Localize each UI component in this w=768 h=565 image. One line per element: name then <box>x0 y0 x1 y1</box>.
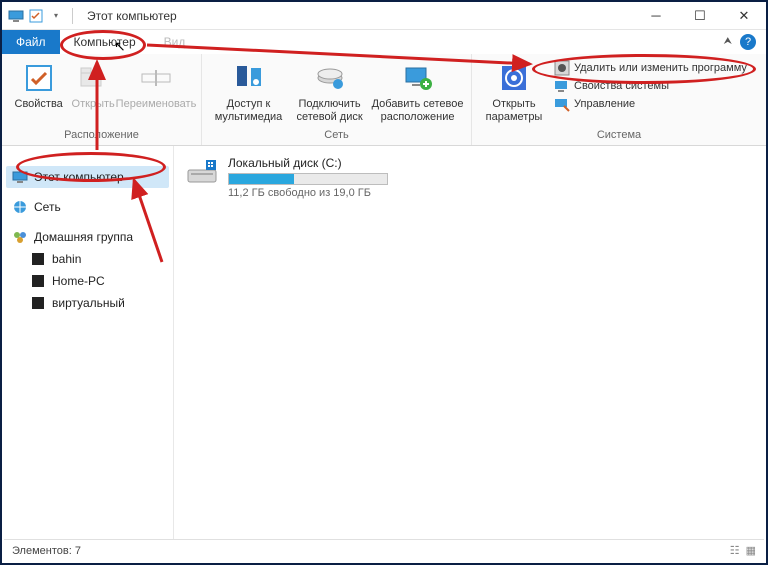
add-location-button[interactable]: Добавить сетевое расположение <box>370 58 465 123</box>
content-area: Этот компьютер Сеть Домашняя группа bahi… <box>2 146 766 541</box>
add-location-icon <box>402 62 434 94</box>
nav-item-thispc[interactable]: Этот компьютер <box>6 166 169 188</box>
drive-free-text: 11,2 ГБ свободно из 19,0 ГБ <box>228 187 388 199</box>
nav-item-user[interactable]: виртуальный <box>24 292 169 314</box>
add-location-label: Добавить сетевое расположение <box>370 98 465 123</box>
open-settings-label: Открыть параметры <box>478 98 550 123</box>
main-pane[interactable]: Локальный диск (C:) 11,2 ГБ свободно из … <box>174 146 766 541</box>
drive-item[interactable]: Локальный диск (C:) 11,2 ГБ свободно из … <box>186 156 754 199</box>
settings-icon <box>498 62 530 94</box>
computer-icon <box>30 251 46 267</box>
nav-item-network[interactable]: Сеть <box>6 196 169 218</box>
drive-icon <box>186 156 218 188</box>
view-details-icon[interactable]: ☷ <box>730 544 740 557</box>
nav-item-user[interactable]: bahin <box>24 248 169 270</box>
manage-label: Управление <box>574 98 635 110</box>
window-title: Этот компьютер <box>87 9 177 23</box>
uninstall-label: Удалить или изменить программу <box>574 62 747 74</box>
open-label: Открыть <box>72 98 115 111</box>
close-button[interactable]: ✕ <box>722 2 766 30</box>
maximize-button[interactable]: ☐ <box>678 2 722 30</box>
qat-properties-icon[interactable] <box>28 8 44 24</box>
rename-icon <box>140 62 172 94</box>
statusbar: Элементов: 7 ☷ ▦ <box>4 539 764 561</box>
uninstall-icon <box>554 60 570 76</box>
nav-pane[interactable]: Этот компьютер Сеть Домашняя группа bahi… <box>2 146 174 541</box>
homegroup-icon <box>12 229 28 245</box>
open-settings-button[interactable]: Открыть параметры <box>478 58 550 123</box>
map-drive-icon <box>314 62 346 94</box>
tab-file[interactable]: Файл <box>2 30 60 54</box>
drive-usage-fill <box>229 174 294 184</box>
nav-user-label: Home-PC <box>52 274 105 288</box>
minimize-button[interactable]: ─ <box>634 2 678 30</box>
system-properties-button[interactable]: Свойства системы <box>554 78 747 94</box>
ribbon-group-location: Свойства Открыть Переименовать Расположе… <box>2 54 202 145</box>
properties-button[interactable]: Свойства <box>8 58 69 111</box>
map-drive-label: Подключить сетевой диск <box>289 98 370 123</box>
nav-item-user[interactable]: Home-PC <box>24 270 169 292</box>
group-system-label: Система <box>472 127 766 145</box>
tab-computer[interactable]: Компьютер <box>60 30 150 54</box>
ribbon-group-system: Открыть параметры Удалить или изменить п… <box>472 54 766 145</box>
media-access-button[interactable]: Доступ к мультимедиа <box>208 58 289 123</box>
group-location-label: Расположение <box>2 127 201 145</box>
computer-icon <box>30 273 46 289</box>
separator <box>72 8 73 24</box>
properties-icon <box>23 62 55 94</box>
titlebar: ▾ Этот компьютер ─ ☐ ✕ <box>2 2 766 30</box>
uninstall-program-button[interactable]: Удалить или изменить программу <box>554 60 747 76</box>
sysprops-label: Свойства системы <box>574 80 669 92</box>
ribbon-group-network: Доступ к мультимедиа Подключить сетевой … <box>202 54 472 145</box>
manage-button[interactable]: Управление <box>554 96 747 112</box>
manage-icon <box>554 96 570 112</box>
nav-network-label: Сеть <box>34 200 61 214</box>
drive-name: Локальный диск (C:) <box>228 156 388 170</box>
status-text: Элементов: 7 <box>12 545 81 557</box>
nav-item-homegroup[interactable]: Домашняя группа <box>6 226 169 248</box>
ribbon: Свойства Открыть Переименовать Расположе… <box>2 54 766 146</box>
properties-label: Свойства <box>15 98 63 111</box>
computer-icon <box>30 295 46 311</box>
network-icon <box>12 199 28 215</box>
view-tiles-icon[interactable]: ▦ <box>746 544 756 557</box>
open-icon <box>77 62 109 94</box>
tab-view[interactable]: Вид <box>150 30 200 54</box>
sysprops-icon <box>554 78 570 94</box>
nav-user-label: виртуальный <box>52 296 125 310</box>
group-network-label: Сеть <box>202 127 471 145</box>
nav-thispc-label: Этот компьютер <box>34 170 124 184</box>
thispc-icon <box>8 8 24 24</box>
media-label: Доступ к мультимедиа <box>208 98 289 123</box>
open-button: Открыть <box>69 58 117 111</box>
ribbon-tabs: Файл Компьютер Вид ⮝ ? <box>2 30 766 54</box>
help-icon[interactable]: ? <box>740 34 756 50</box>
rename-button: Переименовать <box>117 58 195 111</box>
thispc-icon <box>12 169 28 185</box>
ribbon-expand-icon[interactable]: ⮝ <box>724 36 733 47</box>
drive-usage-bar <box>228 173 388 185</box>
map-drive-button[interactable]: Подключить сетевой диск <box>289 58 370 123</box>
media-icon <box>233 62 265 94</box>
nav-user-label: bahin <box>52 252 81 266</box>
nav-homegroup-label: Домашняя группа <box>34 230 133 244</box>
qat-dropdown-icon[interactable]: ▾ <box>48 8 64 24</box>
rename-label: Переименовать <box>116 98 197 111</box>
